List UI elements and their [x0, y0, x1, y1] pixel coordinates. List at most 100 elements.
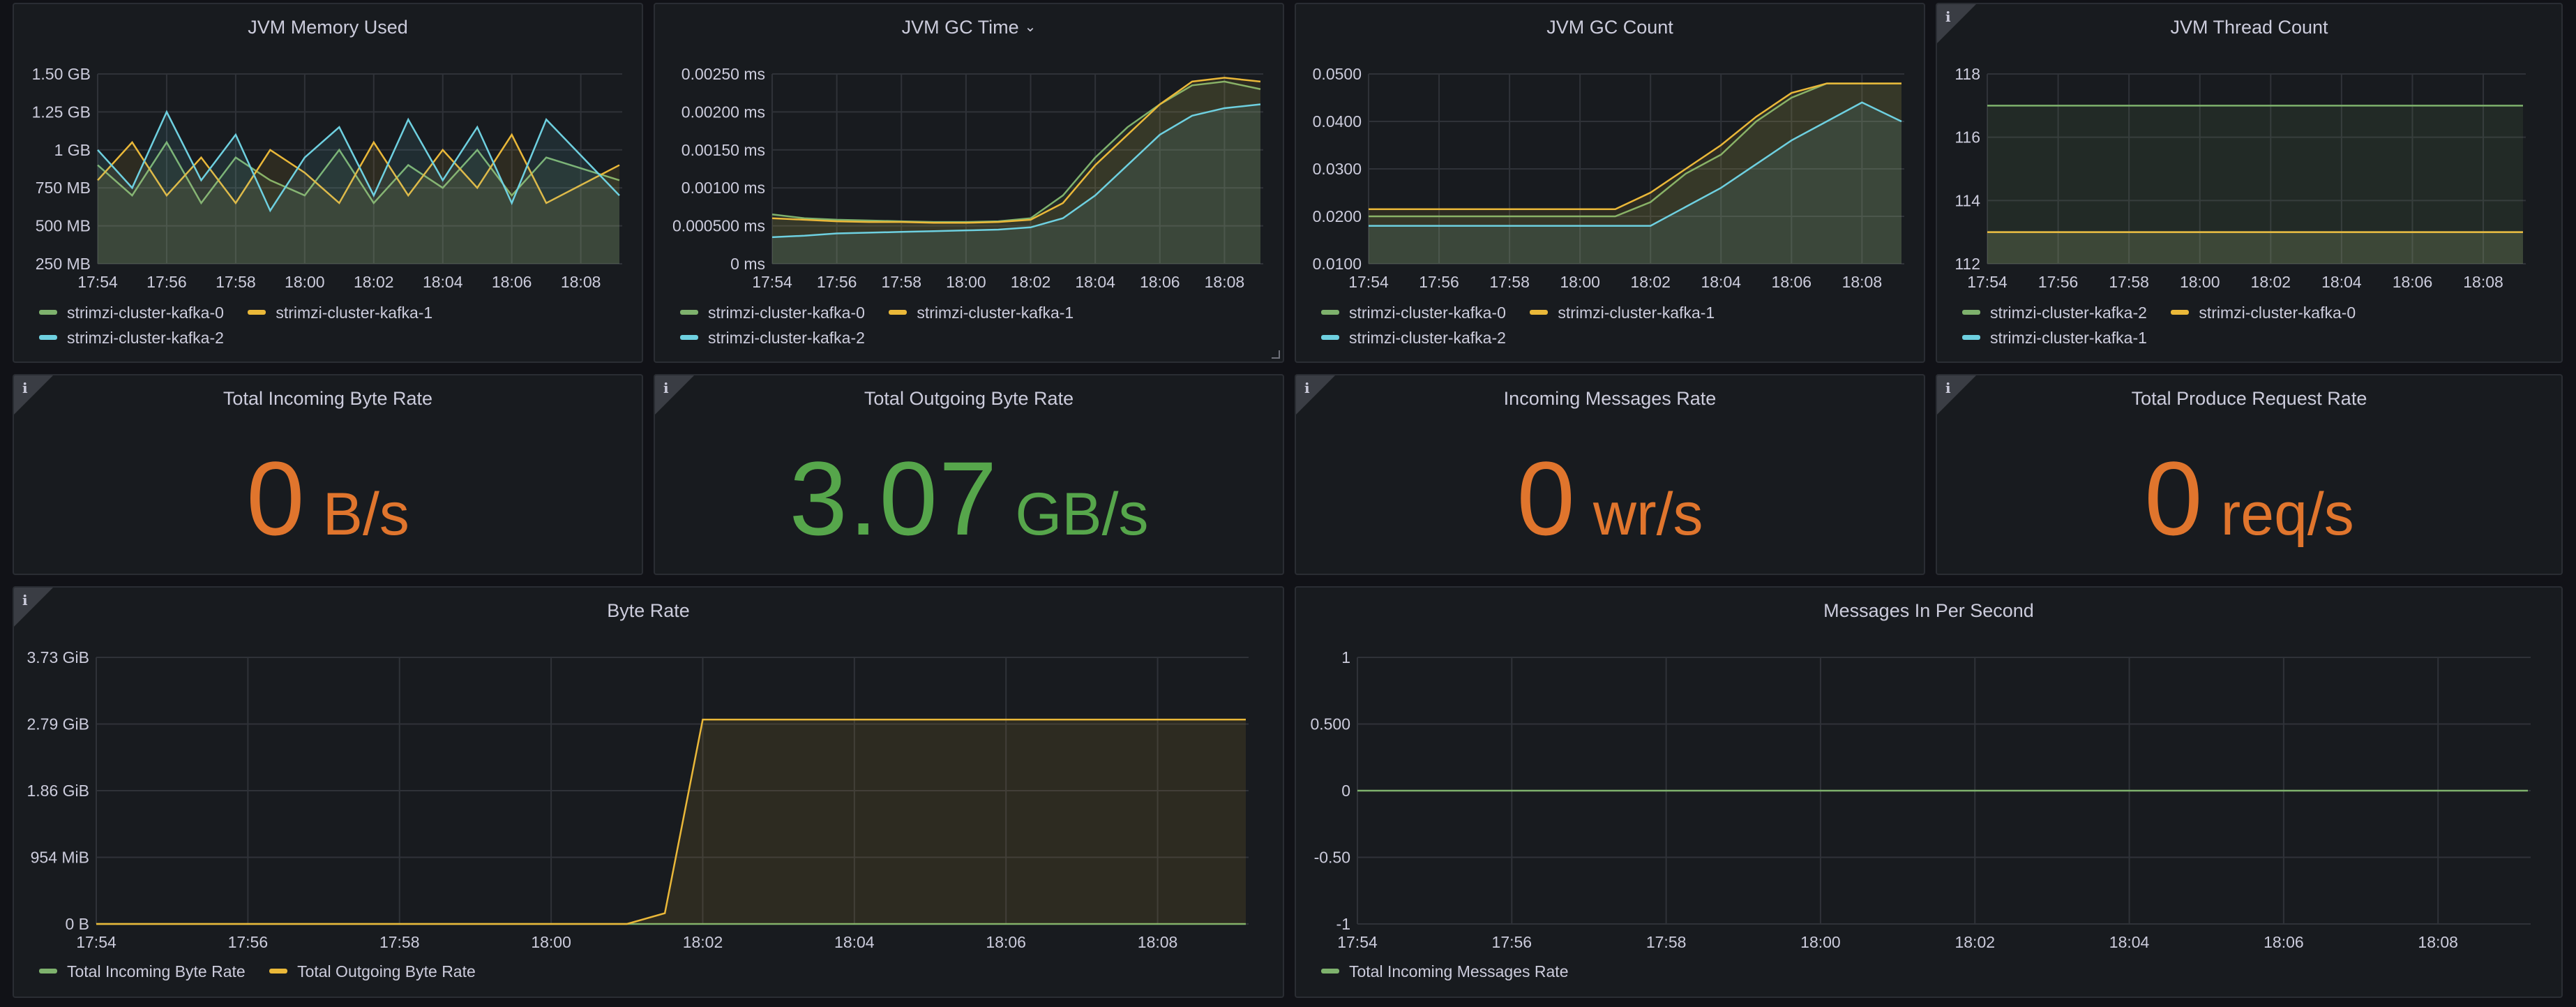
panel-messages-in-per-second[interactable]: Messages In Per Second 1 0.500 0 -0.50 -1 17:…: [1295, 586, 2563, 998]
x-tick-label: 18:04: [2321, 273, 2362, 291]
legend-item[interactable]: strimzi-cluster-kafka-2: [1321, 325, 1506, 350]
legend-item[interactable]: strimzi-cluster-kafka-1: [1962, 325, 2147, 350]
panel-total-produce-request-rate[interactable]: i Total Produce Request Rate 0 req/s: [1936, 374, 2563, 575]
y-tick-label: 0 ms: [730, 255, 765, 273]
y-tick-label: 0.0500: [1313, 65, 1362, 83]
x-tick-label: 18:06: [1140, 273, 1180, 291]
panel-incoming-messages-rate[interactable]: i Incoming Messages Rate 0 wr/s: [1295, 374, 1925, 575]
y-tick-label: 0.0200: [1313, 207, 1362, 225]
panel-total-outgoing-byte-rate[interactable]: i Total Outgoing Byte Rate 3.07 GB/s: [654, 374, 1284, 575]
x-tick-label: 17:54: [752, 273, 792, 291]
x-tick-label: 18:04: [834, 933, 875, 951]
legend-item[interactable]: strimzi-cluster-kafka-2: [39, 325, 224, 350]
legend-item[interactable]: strimzi-cluster-kafka-1: [1530, 300, 1715, 325]
x-tick-label: 18:00: [1560, 273, 1600, 291]
y-tick-label: 2.79 GiB: [27, 715, 90, 733]
y-tick-label: 0.000500 ms: [672, 217, 765, 235]
legend-item[interactable]: strimzi-cluster-kafka-0: [1321, 300, 1506, 325]
x-tick-label: 18:02: [1011, 273, 1051, 291]
chart-byte-rate: 3.73 GiB 2.79 GiB 1.86 GiB 954 MiB 0 B17:54 1…: [27, 648, 1249, 951]
legend-item[interactable]: Total Outgoing Byte Rate: [269, 959, 476, 984]
stat-value: 0 req/s: [2144, 440, 2354, 557]
legend-item[interactable]: Total Incoming Byte Rate: [39, 959, 246, 984]
resize-handle[interactable]: [1272, 350, 1280, 359]
legend-item[interactable]: Total Incoming Messages Rate: [1321, 959, 1569, 984]
panel-title[interactable]: Total Produce Request Rate: [1937, 388, 2561, 410]
x-tick-label: 17:54: [1967, 273, 2008, 291]
x-tick-label: 18:06: [492, 273, 532, 291]
x-tick-label: 18:08: [1138, 933, 1178, 951]
y-tick-label: 112: [1954, 255, 1980, 273]
y-tick-label: 0.00200 ms: [681, 103, 765, 121]
y-tick-label: 0 B: [65, 915, 89, 933]
legend: strimzi-cluster-kafka-0 strimzi-cluster-…: [39, 300, 452, 350]
x-tick-label: 17:58: [2109, 273, 2149, 291]
y-tick-label: 1.50 GB: [32, 65, 91, 83]
y-tick-label: 118: [1954, 65, 1980, 83]
legend-item[interactable]: strimzi-cluster-kafka-0: [39, 300, 224, 325]
x-tick-label: 18:08: [2463, 273, 2503, 291]
y-tick-label: 500 MB: [36, 217, 91, 235]
panel-title[interactable]: Total Incoming Byte Rate: [14, 388, 642, 410]
x-tick-label: 17:58: [216, 273, 256, 291]
x-tick-label: 18:02: [354, 273, 394, 291]
y-tick-label: 0.00100 ms: [681, 179, 765, 197]
x-tick-label: 18:02: [1630, 273, 1671, 291]
x-tick-label: 18:04: [1701, 273, 1741, 291]
x-tick-label: 18:08: [1205, 273, 1245, 291]
y-tick-label: 0.0100: [1313, 255, 1362, 273]
legend: Total Incoming Byte Rate Total Outgoing …: [39, 959, 495, 984]
legend-item[interactable]: strimzi-cluster-kafka-0: [2171, 300, 2356, 325]
x-tick-label: 17:54: [76, 933, 116, 951]
panel-total-incoming-byte-rate[interactable]: i Total Incoming Byte Rate 0 B/s: [13, 374, 643, 575]
y-tick-label: 0.500: [1310, 715, 1350, 733]
legend: strimzi-cluster-kafka-0 strimzi-cluster-…: [1321, 300, 1734, 350]
x-tick-label: 18:06: [986, 933, 1026, 951]
y-tick-label: 0.0400: [1313, 112, 1362, 130]
panel-jvm-memory-used[interactable]: JVM Memory Used 1.50 GB 1.25 GB 1 GB 750 MB…: [13, 3, 643, 363]
panel-jvm-gc-count[interactable]: JVM GC Count 0.0500 0.0400 0.0300 0.0200 0.0…: [1295, 3, 1925, 363]
panel-title[interactable]: Total Outgoing Byte Rate: [655, 388, 1283, 410]
x-tick-label: 17:56: [228, 933, 269, 951]
x-tick-label: 18:00: [531, 933, 571, 951]
x-tick-label: 17:58: [379, 933, 420, 951]
x-tick-label: 17:58: [1646, 933, 1687, 951]
panel-byte-rate[interactable]: i Byte Rate 3.73 GiB 2.79 GiB 1.86 GiB 954 …: [13, 586, 1284, 998]
series-area: [1987, 232, 2523, 264]
x-tick-label: 17:54: [1337, 933, 1378, 951]
stat-value: 0 B/s: [246, 440, 409, 557]
x-tick-label: 17:56: [1492, 933, 1532, 951]
y-tick-label: 750 MB: [36, 179, 91, 197]
y-tick-label: -1: [1336, 915, 1350, 933]
legend: strimzi-cluster-kafka-2 strimzi-cluster-…: [1962, 300, 2375, 350]
legend-item[interactable]: strimzi-cluster-kafka-1: [889, 300, 1074, 325]
panel-title[interactable]: Incoming Messages Rate: [1296, 388, 1924, 410]
y-tick-label: 3.73 GiB: [27, 648, 90, 666]
y-tick-label: 0.00250 ms: [681, 65, 765, 83]
legend: Total Incoming Messages Rate: [1321, 959, 1588, 984]
x-tick-label: 18:02: [683, 933, 723, 951]
x-tick-label: 18:06: [2264, 933, 2304, 951]
x-tick-label: 17:56: [1419, 273, 1459, 291]
legend-item[interactable]: strimzi-cluster-kafka-1: [248, 300, 432, 325]
x-tick-label: 17:54: [1348, 273, 1389, 291]
y-tick-label: 0: [1341, 782, 1350, 800]
y-tick-label: 116: [1954, 128, 1980, 147]
y-tick-label: 1: [1341, 648, 1350, 666]
panel-jvm-gc-time[interactable]: JVM GC Time ⌄ 0.00250 ms 0.00200 ms 0.00150…: [654, 3, 1284, 363]
legend-item[interactable]: strimzi-cluster-kafka-2: [1962, 300, 2147, 325]
panel-jvm-thread-count[interactable]: i JVM Thread Count 118 116 114 112 17:54 17:5…: [1936, 3, 2563, 363]
x-tick-label: 18:04: [2109, 933, 2150, 951]
x-tick-label: 18:08: [561, 273, 601, 291]
x-tick-label: 18:00: [2180, 273, 2220, 291]
x-tick-label: 17:58: [1489, 273, 1530, 291]
chart-messages-in-per-second: 1 0.500 0 -0.50 -117:54 17:56 17:58 18:00 18:02 1…: [1310, 648, 2531, 951]
legend-item[interactable]: strimzi-cluster-kafka-2: [680, 325, 865, 350]
x-tick-label: 18:06: [1772, 273, 1812, 291]
x-tick-label: 17:58: [881, 273, 921, 291]
series-area: [772, 104, 1260, 264]
legend-item[interactable]: strimzi-cluster-kafka-0: [680, 300, 865, 325]
x-tick-label: 17:56: [2038, 273, 2079, 291]
x-tick-label: 18:00: [946, 273, 986, 291]
x-tick-label: 18:04: [423, 273, 463, 291]
